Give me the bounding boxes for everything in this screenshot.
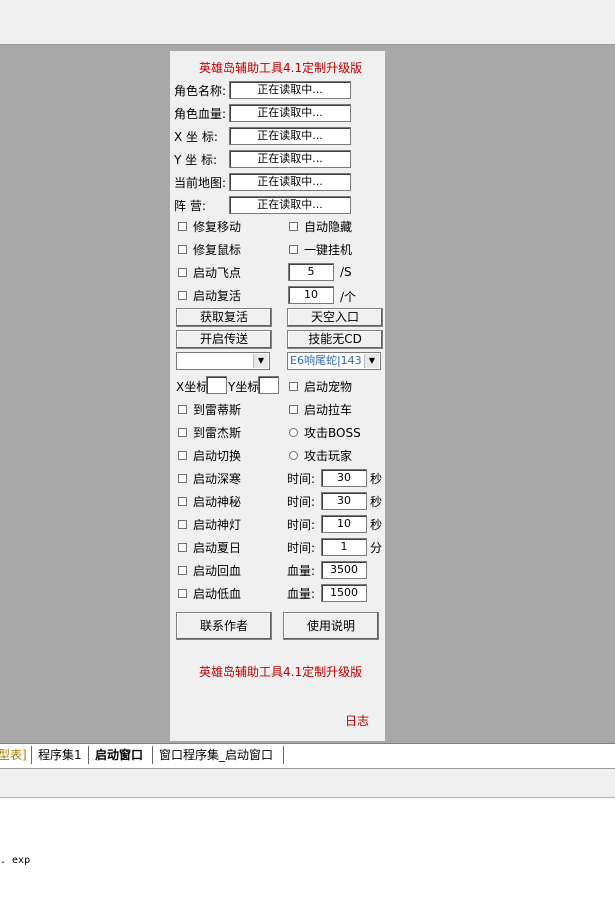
- timed-caption-2: 时间:: [287, 495, 316, 509]
- output-text: . exp: [0, 855, 31, 866]
- fly-speed-field[interactable]: 5: [288, 263, 334, 281]
- attack-player-radio[interactable]: [289, 451, 298, 460]
- attack-player-label: 攻击玩家: [304, 449, 353, 463]
- timed-unit-3: 秒: [370, 518, 383, 532]
- footer-title: 英雄岛辅助工具4.1定制升级版: [199, 665, 363, 679]
- fix-mouse-checkbox[interactable]: [178, 245, 187, 254]
- enable-fly-label: 启动飞点: [193, 266, 242, 280]
- timed-label-3: 启动神灯: [193, 518, 242, 532]
- enable-pet-checkbox[interactable]: [289, 382, 298, 391]
- chevron-down-icon[interactable]: ▼: [253, 354, 268, 368]
- status-bar: [0, 768, 615, 799]
- timed-checkbox-4[interactable]: [178, 543, 187, 552]
- timed-checkbox-3[interactable]: [178, 520, 187, 529]
- open-teleport-button[interactable]: 开启传送: [176, 330, 272, 349]
- timed-unit-4: 分: [370, 541, 383, 555]
- timed-caption-3: 时间:: [287, 518, 316, 532]
- timed-label-1: 启动深寒: [193, 472, 242, 486]
- to-leijies-checkbox[interactable]: [178, 428, 187, 437]
- tab-strip: 型表] 程序集1 启动窗口 窗口程序集_启动窗口: [0, 743, 615, 768]
- current-map-field[interactable]: 正在读取中...: [229, 173, 351, 191]
- to-leijies-label: 到雷杰斯: [193, 426, 242, 440]
- timed-unit-1: 秒: [370, 472, 383, 486]
- tab-type-table[interactable]: 型表]: [0, 746, 27, 764]
- revive-count-unit: /个: [340, 290, 357, 304]
- timed-label-2: 启动神秘: [193, 495, 242, 509]
- attack-boss-radio[interactable]: [289, 428, 298, 437]
- chevron-down-icon[interactable]: ▼: [364, 354, 379, 368]
- role-name-label: 角色名称:: [174, 84, 227, 98]
- timed-caption-1: 时间:: [287, 472, 316, 486]
- sky-entry-button[interactable]: 天空入口: [287, 308, 383, 327]
- skill-select-combo[interactable]: E6响尾蛇|143 ▼: [287, 352, 381, 370]
- enable-fly-checkbox[interactable]: [178, 268, 187, 277]
- output-pane: . exp: [0, 798, 615, 923]
- timed-checkbox-6[interactable]: [178, 589, 187, 598]
- y-coord-input[interactable]: [258, 376, 279, 394]
- fix-move-label: 修复移动: [193, 220, 242, 234]
- role-hp-field[interactable]: 正在读取中...: [229, 104, 351, 122]
- get-revive-button[interactable]: 获取复活: [176, 308, 272, 327]
- auto-hide-checkbox[interactable]: [289, 222, 298, 231]
- camp-label: 阵 营:: [174, 199, 206, 213]
- x-coord-field[interactable]: 正在读取中...: [229, 127, 351, 145]
- ide-toolbar: [0, 0, 615, 45]
- one-key-afk-label: 一键挂机: [304, 243, 353, 257]
- to-leidis-label: 到雷蒂斯: [193, 403, 242, 417]
- one-key-afk-checkbox[interactable]: [289, 245, 298, 254]
- timed-label-6: 启动低血: [193, 587, 242, 601]
- fly-speed-unit: /S: [340, 265, 352, 279]
- role-name-field[interactable]: 正在读取中...: [229, 81, 351, 99]
- enable-pet-label: 启动宠物: [304, 380, 353, 394]
- timed-value-3[interactable]: 10: [321, 515, 367, 533]
- timed-value-4[interactable]: 1: [321, 538, 367, 556]
- enable-pull-cart-checkbox[interactable]: [289, 405, 298, 414]
- x-coord-input[interactable]: [206, 376, 227, 394]
- tool-window: 英雄岛辅助工具4.1定制升级版 角色名称: 正在读取中... 角色血量: 正在读…: [170, 51, 385, 741]
- enable-revive-checkbox[interactable]: [178, 291, 187, 300]
- role-hp-label: 角色血量:: [174, 107, 227, 121]
- skill-no-cd-button[interactable]: 技能无CD: [287, 330, 383, 349]
- timed-caption-6: 血量:: [287, 587, 316, 601]
- timed-unit-2: 秒: [370, 495, 383, 509]
- x-coord-label: X 坐 标:: [174, 130, 218, 144]
- auto-hide-label: 自动隐藏: [304, 220, 353, 234]
- timed-label-5: 启动回血: [193, 564, 242, 578]
- enable-switch-label: 启动切换: [193, 449, 242, 463]
- timed-value-1[interactable]: 30: [321, 469, 367, 487]
- tab-window-program-set[interactable]: 窗口程序集_启动窗口: [152, 746, 284, 764]
- enable-pull-cart-label: 启动拉车: [304, 403, 353, 417]
- x-coord-input-label: X坐标: [176, 380, 209, 394]
- timed-checkbox-1[interactable]: [178, 474, 187, 483]
- contact-author-button[interactable]: 联系作者: [176, 612, 272, 640]
- revive-count-field[interactable]: 10: [288, 286, 334, 304]
- fix-mouse-label: 修复鼠标: [193, 243, 242, 257]
- attack-boss-label: 攻击BOSS: [304, 426, 361, 440]
- fix-move-checkbox[interactable]: [178, 222, 187, 231]
- teleport-target-combo[interactable]: ▼: [176, 352, 270, 370]
- camp-field[interactable]: 正在读取中...: [229, 196, 351, 214]
- tab-startup-window[interactable]: 启动窗口: [88, 746, 155, 764]
- timed-caption-4: 时间:: [287, 541, 316, 555]
- tab-program-set-1[interactable]: 程序集1: [31, 746, 92, 764]
- to-leidis-checkbox[interactable]: [178, 405, 187, 414]
- enable-switch-checkbox[interactable]: [178, 451, 187, 460]
- y-coord-input-label: Y坐标: [228, 380, 260, 394]
- instructions-button[interactable]: 使用说明: [283, 612, 379, 640]
- timed-checkbox-5[interactable]: [178, 566, 187, 575]
- log-link[interactable]: 日志: [345, 712, 369, 729]
- current-map-label: 当前地图:: [174, 176, 227, 190]
- enable-revive-label: 启动复活: [193, 289, 242, 303]
- timed-label-4: 启动夏日: [193, 541, 242, 555]
- timed-caption-5: 血量:: [287, 564, 316, 578]
- timed-checkbox-2[interactable]: [178, 497, 187, 506]
- timed-value-2[interactable]: 30: [321, 492, 367, 510]
- window-title: 英雄岛辅助工具4.1定制升级版: [199, 61, 363, 75]
- skill-select-value: E6响尾蛇|143: [290, 354, 362, 367]
- timed-value-5[interactable]: 3500: [321, 561, 367, 579]
- y-coord-label: Y 坐 标:: [174, 153, 218, 167]
- y-coord-field[interactable]: 正在读取中...: [229, 150, 351, 168]
- timed-value-6[interactable]: 1500: [321, 584, 367, 602]
